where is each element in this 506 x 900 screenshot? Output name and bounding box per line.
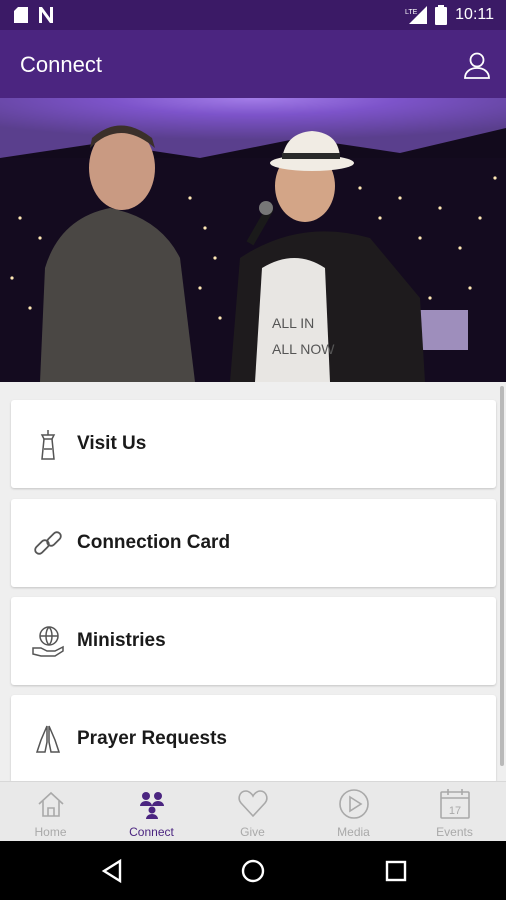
tab-give[interactable]: Give xyxy=(202,782,303,842)
back-triangle-icon xyxy=(101,858,122,884)
recents-button[interactable] xyxy=(383,858,409,884)
tab-events[interactable]: 17 Events xyxy=(404,782,505,842)
profile-button[interactable] xyxy=(462,50,492,80)
tab-label: Home xyxy=(34,825,67,839)
card-visit-us[interactable]: Visit Us xyxy=(11,400,496,488)
scrollbar[interactable] xyxy=(500,386,504,766)
heart-icon xyxy=(238,790,268,818)
tab-home[interactable]: Home xyxy=(0,782,101,842)
svg-text:LTE: LTE xyxy=(405,9,418,16)
praying-hands-icon xyxy=(35,725,61,753)
tab-label: Connect xyxy=(129,825,174,839)
hero-image: ALL IN ALL NOW xyxy=(0,98,506,382)
battery-icon xyxy=(435,5,448,25)
n-icon xyxy=(39,7,53,23)
sd-card-icon xyxy=(14,7,28,23)
card-label: Visit Us xyxy=(77,433,147,454)
connect-list: Visit Us Connection Card Ministries Pray… xyxy=(0,382,506,781)
tab-label: Give xyxy=(240,825,265,839)
back-button[interactable] xyxy=(100,858,126,884)
home-circle-icon xyxy=(241,859,265,883)
shirt-text: ALL IN xyxy=(272,315,314,331)
status-bar: LTE 10:11 xyxy=(0,0,506,30)
people-icon xyxy=(140,792,164,819)
home-nav-button[interactable] xyxy=(240,858,266,884)
card-ministries[interactable]: Ministries xyxy=(11,597,496,685)
play-icon xyxy=(339,789,369,819)
signal-icon: LTE xyxy=(405,6,428,24)
link-icon xyxy=(34,531,62,555)
recents-square-icon xyxy=(385,860,407,882)
tab-media[interactable]: Media xyxy=(303,782,404,842)
card-label: Prayer Requests xyxy=(77,728,227,749)
tab-label: Media xyxy=(337,825,370,839)
home-icon xyxy=(38,791,64,817)
card-label: Connection Card xyxy=(77,532,231,553)
lighthouse-icon xyxy=(40,430,56,460)
shirt-text: ALL NOW xyxy=(272,341,335,357)
bottom-tab-bar: Home Connect Give Media 17 Events xyxy=(0,781,506,841)
person-icon xyxy=(464,52,490,79)
tab-connect[interactable]: Connect xyxy=(101,782,202,842)
calendar-icon: 17 xyxy=(440,789,470,819)
status-time: 10:11 xyxy=(455,6,494,23)
page-title: Connect xyxy=(20,52,102,77)
card-prayer-requests[interactable]: Prayer Requests xyxy=(11,695,496,781)
card-label: Ministries xyxy=(77,630,166,651)
system-nav-bar xyxy=(0,841,506,900)
calendar-day: 17 xyxy=(449,805,461,817)
tab-label: Events xyxy=(436,825,473,839)
app-bar: Connect xyxy=(0,30,506,98)
globe-hand-icon xyxy=(32,626,64,657)
card-connection-card[interactable]: Connection Card xyxy=(11,499,496,587)
